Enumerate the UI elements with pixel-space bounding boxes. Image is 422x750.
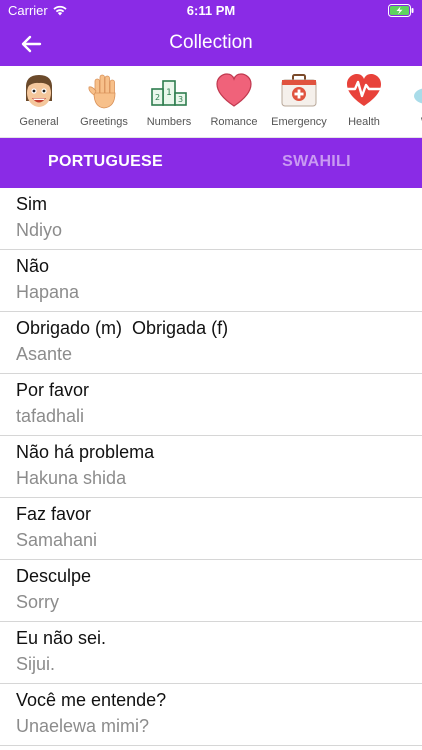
svg-text:2: 2: [155, 93, 160, 102]
phrase-source: Sim: [16, 194, 47, 214]
status-time: 6:11 PM: [186, 3, 236, 18]
category-health[interactable]: Health: [332, 66, 396, 137]
phrase-translation: Hapana: [16, 282, 80, 302]
heart-icon: [216, 73, 252, 107]
category-label: We: [391, 116, 422, 128]
category-weather[interactable]: We: [397, 66, 422, 137]
phrase-translation: tafadhali: [16, 406, 85, 426]
battery-charging-icon: [388, 4, 414, 17]
phrase-row[interactable]: Não há problema Hakuna shida: [0, 436, 422, 498]
podium-numbers-icon: 1 2 3: [151, 80, 187, 106]
phrase-row[interactable]: Faz favor Samahani: [0, 498, 422, 560]
phrase-source: Por favor: [16, 380, 90, 400]
tab-swahili[interactable]: SWAHILI: [211, 138, 422, 188]
phrase-source: Você me entende?: [16, 690, 167, 710]
phrase-row[interactable]: Obrigado (m) Obrigada (f) Asante: [0, 312, 422, 374]
phrase-translation: Sorry: [16, 592, 60, 612]
category-strip[interactable]: General Greetings 1 2 3 Numbers Romance: [0, 66, 422, 138]
phrase-source: Eu não sei.: [16, 628, 107, 648]
phrase-row[interactable]: Desculpe Sorry: [0, 560, 422, 622]
status-bar: Carrier 6:11 PM: [0, 0, 422, 22]
heartbeat-icon: [345, 74, 383, 106]
phrase-source: Obrigado (m) Obrigada (f): [16, 318, 229, 338]
category-greetings[interactable]: Greetings: [72, 66, 136, 137]
phrase-source: Não: [16, 256, 50, 276]
phrase-translation: Samahani: [16, 530, 98, 550]
phrase-translation: Ndiyo: [16, 220, 63, 240]
phrase-source: Desculpe: [16, 566, 92, 586]
svg-text:3: 3: [178, 95, 183, 104]
category-emergency[interactable]: Emergency: [267, 66, 331, 137]
weather-icon: [414, 88, 422, 104]
phrase-row[interactable]: Sim Ndiyo: [0, 188, 422, 250]
phrase-row[interactable]: Eu não sei. Sijui.: [0, 622, 422, 684]
svg-text:1: 1: [166, 88, 172, 98]
page-title: Collection: [169, 32, 253, 53]
category-romance[interactable]: Romance: [202, 66, 266, 137]
face-icon: [25, 75, 53, 107]
first-aid-kit-icon: [281, 74, 317, 107]
phrase-list[interactable]: Sim Ndiyo Não Hapana Obrigado (m) Obriga…: [0, 188, 422, 750]
phrase-translation: Unaelewa mimi?: [16, 716, 150, 736]
waving-hand-icon: [88, 74, 116, 109]
phrase-source: Faz favor: [16, 504, 92, 524]
category-general[interactable]: General: [7, 66, 71, 137]
tab-portuguese[interactable]: PORTUGUESE: [0, 138, 211, 188]
category-numbers[interactable]: 1 2 3 Numbers: [137, 66, 201, 137]
phrase-translation: Hakuna shida: [16, 468, 127, 488]
phrase-row[interactable]: Não Hapana: [0, 250, 422, 312]
phrase-translation: Asante: [16, 344, 73, 364]
phrase-row[interactable]: Você me entende? Unaelewa mimi?: [0, 684, 422, 746]
phrase-translation: Sijui.: [16, 654, 56, 674]
language-tabs: PORTUGUESE SWAHILI: [0, 138, 422, 188]
phrase-row[interactable]: Por favor tafadhali: [0, 374, 422, 436]
navigation-bar: Collection: [0, 22, 422, 66]
phrase-source: Não há problema: [16, 442, 155, 462]
